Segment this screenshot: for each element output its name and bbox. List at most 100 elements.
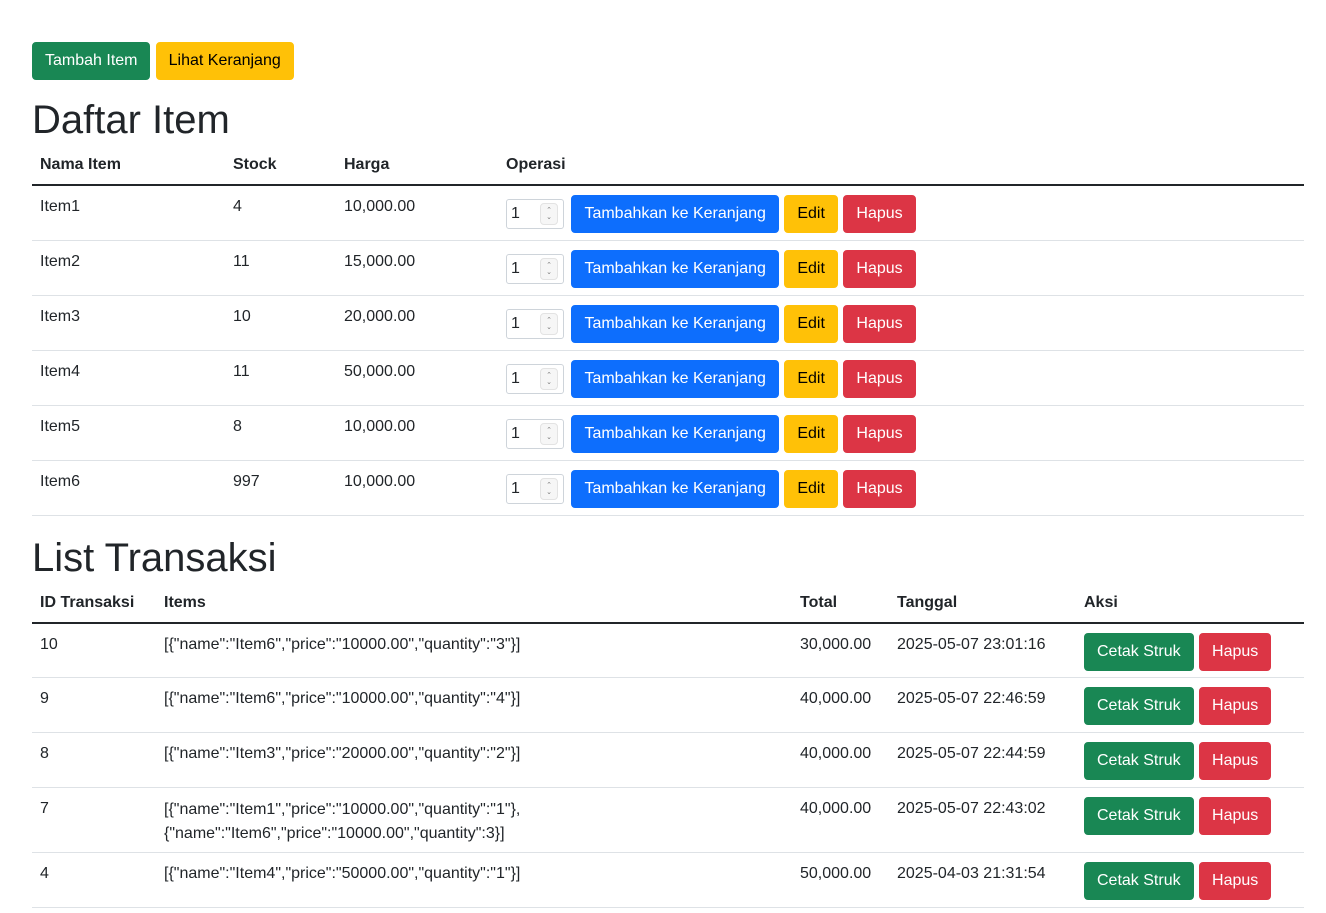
quantity-value[interactable]: 1 — [507, 205, 540, 223]
column-header-date: Tanggal — [889, 591, 1076, 624]
add-to-cart-button[interactable]: Tambahkan ke Keranjang — [571, 469, 779, 508]
quantity-stepper[interactable]: 1 ⌃ ⌄ — [506, 363, 564, 394]
transaction-actions: Cetak Struk Hapus — [1076, 677, 1304, 733]
item-operations: 1 ⌃ ⌄ Tambahkan ke Keranjang Edit Hapus — [498, 350, 1304, 406]
item-name: Item4 — [32, 350, 225, 406]
item-name: Item6 — [32, 460, 225, 516]
table-row: Item1 4 10,000.00 1 ⌃ ⌄ Tambahkan ke Keran… — [32, 185, 1304, 241]
delete-button[interactable]: Hapus — [843, 414, 916, 453]
transaction-date: 2025-05-07 22:44:59 — [889, 732, 1076, 788]
add-to-cart-button[interactable]: Tambahkan ke Keranjang — [571, 249, 779, 288]
table-row: Item6 997 10,000.00 1 ⌃ ⌄ Tambahkan ke Ker… — [32, 460, 1304, 516]
transaction-total: 40,000.00 — [792, 732, 889, 788]
view-cart-button[interactable]: Lihat Keranjang — [155, 42, 294, 80]
items-header-row: Nama Item Stock Harga Operasi — [32, 154, 1304, 186]
transaction-items: [{"name":"Item6","price":"10000.00","qua… — [156, 622, 792, 678]
spinner-icon[interactable]: ⌃ ⌄ — [540, 367, 558, 390]
item-price: 10,000.00 — [336, 185, 498, 241]
table-row: Item2 11 15,000.00 1 ⌃ ⌄ Tambahkan ke Kera… — [32, 240, 1304, 296]
print-receipt-button[interactable]: Cetak Struk — [1084, 687, 1194, 725]
items-title: Daftar Item — [32, 98, 230, 142]
top-actions: Tambah Item Lihat Keranjang — [32, 42, 1304, 80]
print-receipt-button[interactable]: Cetak Struk — [1084, 632, 1194, 671]
table-row: Item3 10 20,000.00 1 ⌃ ⌄ Tambahkan ke Kera… — [32, 295, 1304, 351]
delete-transaction-button[interactable]: Hapus — [1199, 742, 1272, 780]
items-table: Nama Item Stock Harga Operasi Item1 4 10… — [32, 154, 1304, 516]
transaction-id: 8 — [32, 732, 156, 788]
quantity-stepper[interactable]: 1 ⌃ ⌄ — [506, 253, 564, 284]
delete-transaction-button[interactable]: Hapus — [1199, 862, 1272, 900]
transaction-items: [{"name":"Item4","price":"50000.00","qua… — [156, 852, 792, 908]
spinner-icon[interactable]: ⌃ ⌄ — [540, 422, 558, 445]
column-header-price: Harga — [336, 154, 498, 186]
transaction-id: 7 — [32, 787, 156, 853]
edit-button[interactable]: Edit — [784, 469, 838, 508]
edit-button[interactable]: Edit — [784, 249, 838, 288]
item-operations: 1 ⌃ ⌄ Tambahkan ke Keranjang Edit Hapus — [498, 460, 1304, 516]
spinner-icon[interactable]: ⌃ ⌄ — [540, 312, 558, 335]
transaction-items: [{"name":"Item6","price":"10000.00","qua… — [156, 677, 792, 733]
delete-button[interactable]: Hapus — [843, 195, 916, 233]
item-stock: 11 — [225, 240, 336, 296]
table-row: 8 [{"name":"Item3","price":"20000.00","q… — [32, 732, 1304, 788]
quantity-stepper[interactable]: 1 ⌃ ⌄ — [506, 473, 564, 504]
item-stock: 10 — [225, 295, 336, 351]
table-row: Item5 8 10,000.00 1 ⌃ ⌄ Tambahkan ke Keran… — [32, 405, 1304, 461]
quantity-value[interactable]: 1 — [507, 315, 540, 333]
print-receipt-button[interactable]: Cetak Struk — [1084, 862, 1194, 900]
add-to-cart-button[interactable]: Tambahkan ke Keranjang — [571, 195, 779, 233]
item-name: Item2 — [32, 240, 225, 296]
edit-button[interactable]: Edit — [784, 359, 838, 398]
quantity-stepper[interactable]: 1 ⌃ ⌄ — [506, 199, 564, 229]
table-row: 9 [{"name":"Item6","price":"10000.00","q… — [32, 677, 1304, 733]
spinner-icon[interactable]: ⌃ ⌄ — [540, 257, 558, 280]
delete-button[interactable]: Hapus — [843, 304, 916, 343]
quantity-value[interactable]: 1 — [507, 480, 540, 498]
column-header-id: ID Transaksi — [32, 591, 156, 624]
spinner-icon[interactable]: ⌃ ⌄ — [540, 203, 558, 225]
delete-transaction-button[interactable]: Hapus — [1199, 687, 1272, 725]
transaction-total: 40,000.00 — [792, 677, 889, 733]
table-row: Item4 11 50,000.00 1 ⌃ ⌄ Tambahkan ke Kera… — [32, 350, 1304, 406]
transaction-total: 50,000.00 — [792, 852, 889, 908]
quantity-value[interactable]: 1 — [507, 370, 540, 388]
add-to-cart-button[interactable]: Tambahkan ke Keranjang — [571, 304, 779, 343]
edit-button[interactable]: Edit — [784, 195, 838, 233]
edit-button[interactable]: Edit — [784, 304, 838, 343]
transactions-table: ID Transaksi Items Total Tanggal Aksi 10… — [32, 591, 1304, 908]
column-header-name: Nama Item — [32, 154, 225, 186]
item-stock: 8 — [225, 405, 336, 461]
print-receipt-button[interactable]: Cetak Struk — [1084, 742, 1194, 780]
transaction-id: 4 — [32, 852, 156, 908]
print-receipt-button[interactable]: Cetak Struk — [1084, 797, 1194, 835]
item-name: Item5 — [32, 405, 225, 461]
add-to-cart-button[interactable]: Tambahkan ke Keranjang — [571, 359, 779, 398]
item-price: 20,000.00 — [336, 295, 498, 351]
transaction-date: 2025-04-03 21:31:54 — [889, 852, 1076, 908]
add-item-button[interactable]: Tambah Item — [32, 42, 151, 80]
quantity-value[interactable]: 1 — [507, 260, 540, 278]
transaction-actions: Cetak Struk Hapus — [1076, 852, 1304, 908]
add-to-cart-button[interactable]: Tambahkan ke Keranjang — [571, 414, 779, 453]
transaction-actions: Cetak Struk Hapus — [1076, 732, 1304, 788]
transaction-actions: Cetak Struk Hapus — [1076, 622, 1304, 678]
delete-button[interactable]: Hapus — [843, 249, 916, 288]
delete-button[interactable]: Hapus — [843, 359, 916, 398]
item-operations: 1 ⌃ ⌄ Tambahkan ke Keranjang Edit Hapus — [498, 185, 1304, 241]
column-header-stock: Stock — [225, 154, 336, 186]
spinner-icon[interactable]: ⌃ ⌄ — [540, 477, 558, 500]
transaction-total: 30,000.00 — [792, 622, 889, 678]
column-header-actions: Aksi — [1076, 591, 1304, 624]
delete-transaction-button[interactable]: Hapus — [1199, 632, 1272, 671]
edit-button[interactable]: Edit — [784, 414, 838, 453]
column-header-operations: Operasi — [498, 154, 1304, 186]
quantity-stepper[interactable]: 1 ⌃ ⌄ — [506, 418, 564, 449]
quantity-value[interactable]: 1 — [507, 425, 540, 443]
quantity-stepper[interactable]: 1 ⌃ ⌄ — [506, 308, 564, 339]
item-stock: 4 — [225, 185, 336, 241]
column-header-items: Items — [156, 591, 792, 624]
delete-button[interactable]: Hapus — [843, 469, 916, 508]
page: Tambah Item Lihat Keranjang Daftar Item … — [0, 0, 1326, 908]
item-name: Item1 — [32, 185, 225, 241]
delete-transaction-button[interactable]: Hapus — [1199, 797, 1272, 835]
